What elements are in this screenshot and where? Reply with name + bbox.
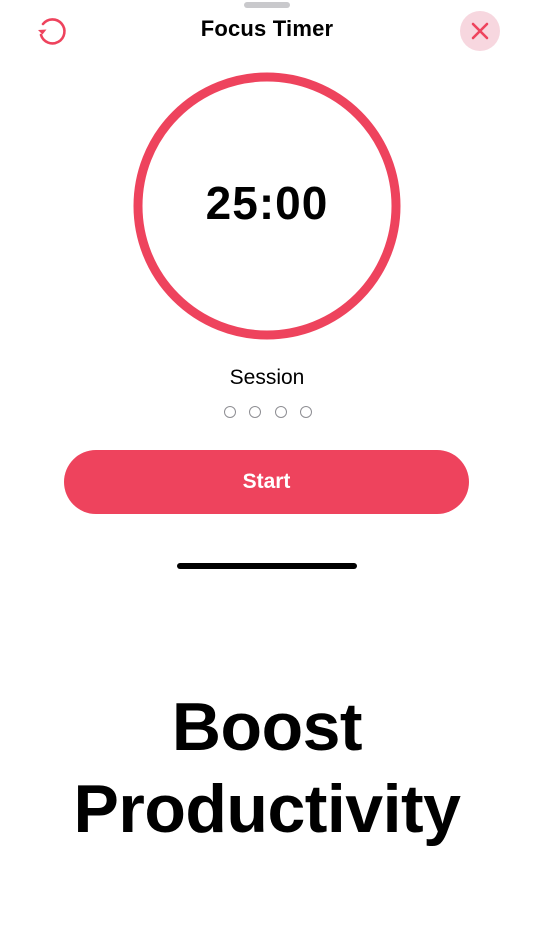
session-dot	[274, 406, 287, 418]
timer-display: 25:00	[205, 177, 329, 229]
promo-headline-line-1: Boost	[171, 689, 363, 765]
screen: Focus Timer 25:00 Session Start Boost Pr…	[0, 0, 534, 950]
close-button[interactable]	[460, 11, 500, 51]
promo-headline-line-2: Productivity	[73, 771, 461, 847]
session-label: Session	[229, 366, 305, 389]
session-dot	[299, 406, 312, 418]
session-progress-dots	[224, 405, 312, 419]
sheet-grabber[interactable]	[244, 2, 290, 8]
page-title: Focus Timer	[200, 16, 334, 41]
session-dot	[224, 406, 236, 418]
home-indicator	[177, 563, 357, 569]
start-button[interactable]: Start	[64, 450, 469, 514]
session-dot	[249, 406, 262, 418]
close-icon	[471, 22, 489, 40]
promo-headline: Boost Productivity	[0, 686, 534, 850]
